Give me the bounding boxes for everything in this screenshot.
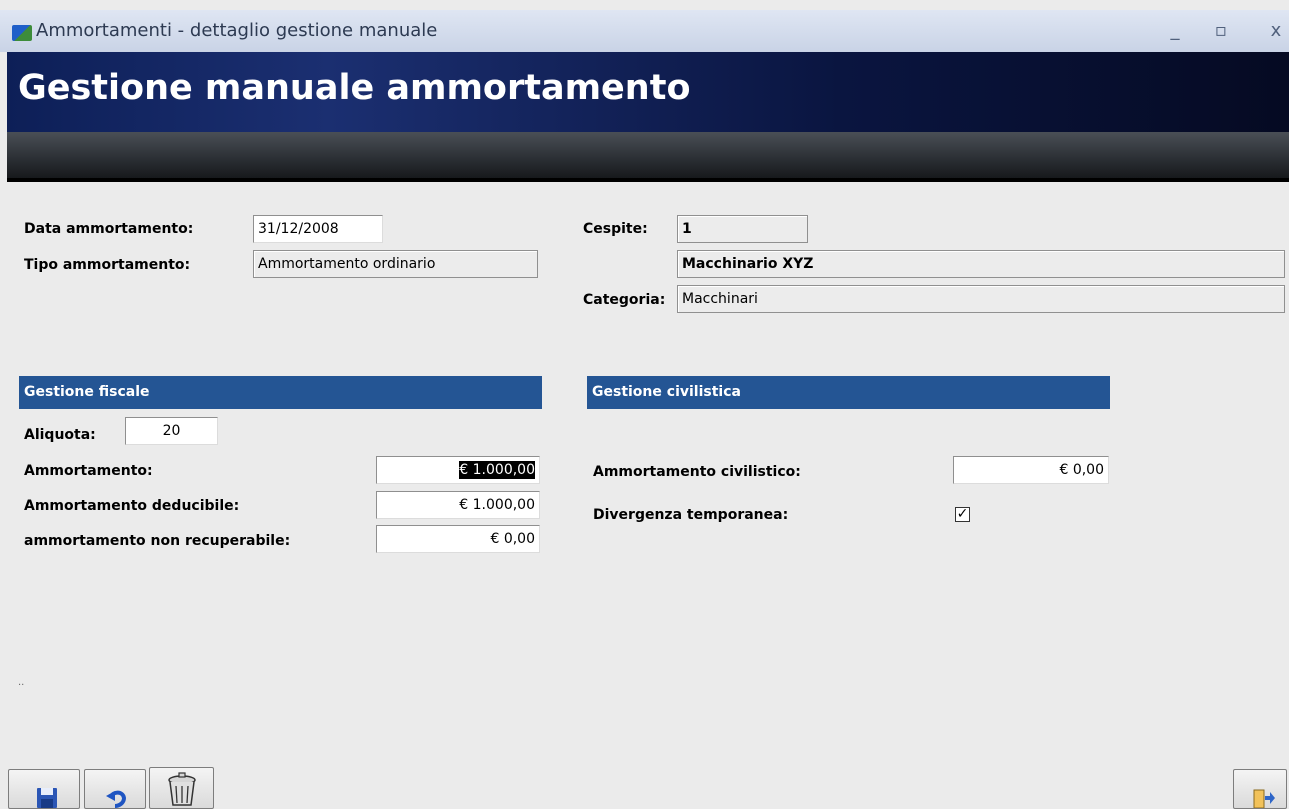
undo-arrow-icon <box>106 790 127 808</box>
header-toolbar-strip <box>7 132 1289 182</box>
minimize-button[interactable]: _ <box>1165 20 1185 41</box>
close-button[interactable]: x <box>1266 20 1286 41</box>
exit-door-icon <box>1253 789 1275 808</box>
cespite-code-field[interactable]: 1 <box>677 215 808 243</box>
ammortamento-non-recuperabile-field[interactable]: € 0,00 <box>376 525 540 553</box>
divergenza-temporanea-checkbox[interactable]: ✓ <box>955 507 970 522</box>
page-title: Gestione manuale ammortamento <box>18 68 691 108</box>
data-ammortamento-label: Data ammortamento: <box>24 221 194 237</box>
floppy-disk-icon <box>37 788 57 808</box>
aliquota-label: Aliquota: <box>24 427 96 443</box>
window-title: Ammortamenti - dettaglio gestione manual… <box>36 20 438 41</box>
ammortamento-field[interactable]: € 1.000,00 <box>376 456 540 484</box>
tipo-ammortamento-field[interactable]: Ammortamento ordinario <box>253 250 538 278</box>
categoria-label: Categoria: <box>583 292 666 308</box>
cespite-description-field[interactable]: Macchinario XYZ <box>677 250 1285 278</box>
gestione-civilistica-header: Gestione civilistica <box>587 376 1110 409</box>
tipo-ammortamento-label: Tipo ammortamento: <box>24 257 191 273</box>
ammortamento-deducibile-label: Ammortamento deducibile: <box>24 498 240 514</box>
gestione-fiscale-header: Gestione fiscale <box>19 376 542 409</box>
aliquota-field[interactable]: 20 <box>125 417 218 445</box>
undo-button[interactable] <box>84 769 146 809</box>
ammortamento-civilistico-field[interactable]: € 0,00 <box>953 456 1109 484</box>
save-button[interactable] <box>8 769 80 809</box>
app-icon[interactable] <box>12 25 32 41</box>
trash-can-icon <box>168 772 196 806</box>
status-dots: ·· <box>18 680 25 691</box>
cespite-label: Cespite: <box>583 221 648 237</box>
ammortamento-label: Ammortamento: <box>24 463 153 479</box>
divergenza-temporanea-label: Divergenza temporanea: <box>593 507 789 523</box>
ammortamento-value: € 1.000,00 <box>459 461 535 479</box>
categoria-field[interactable]: Macchinari <box>677 285 1285 313</box>
ammortamento-civilistico-label: Ammortamento civilistico: <box>593 464 801 480</box>
delete-button[interactable] <box>149 767 214 809</box>
data-ammortamento-field[interactable]: 31/12/2008 <box>253 215 383 243</box>
exit-button[interactable] <box>1233 769 1287 809</box>
maximize-button[interactable]: ▫ <box>1211 20 1231 41</box>
ammortamento-non-recuperabile-label: ammortamento non recuperabile: <box>24 533 291 549</box>
ammortamento-deducibile-field[interactable]: € 1.000,00 <box>376 491 540 519</box>
